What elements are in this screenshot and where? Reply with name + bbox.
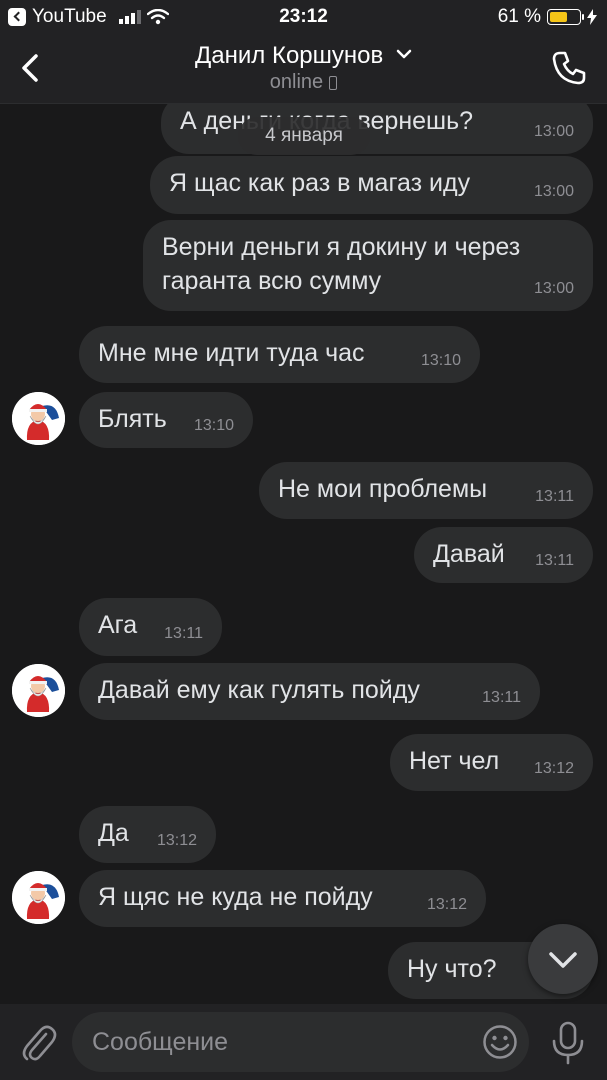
status-right: 61 % [498,6,597,28]
santa-avatar-icon [12,871,65,924]
call-button[interactable] [549,48,589,88]
message-time: 13:10 [193,417,234,434]
message-bubble-incoming[interactable]: Ага 13:11 [79,598,222,656]
message-text: Я щяс не куда не пойду [98,883,373,911]
message-time: 13:12 [426,896,467,913]
message-time: 13:00 [533,183,574,200]
contact-status: online [0,71,607,94]
message-time: 13:11 [535,552,574,569]
message-bubble-outgoing[interactable]: Не мои проблемы 13:11 [259,462,593,519]
date-separator: 4 января [238,117,370,155]
contact-avatar[interactable] [12,871,65,924]
battery-icon [547,9,584,25]
message-list[interactable]: А деньги когда вернешь? 13:00 4 января Я… [0,104,607,1004]
message-text: Давай ему как гулять пойду [98,676,420,704]
mobile-device-icon [329,76,338,90]
message-time: 13:12 [533,760,574,777]
message-composer [0,1004,607,1080]
battery-percent: 61 % [497,6,541,27]
chevron-down-icon[interactable] [396,38,412,66]
status-bar: YouTube 23:12 61 % [0,0,607,34]
chat-header: Данил Коршунов online [0,34,607,104]
message-text: Да [98,819,129,847]
message-time: 13:11 [535,488,574,505]
message-text: Блять [98,405,167,433]
message-bubble-outgoing[interactable]: Нет чел 13:12 [390,734,593,791]
message-text: Я щас как раз в магаз иду [169,169,471,197]
chat-screen: YouTube 23:12 61 % Данил Коршунов online… [0,0,607,1080]
message-time: 13:11 [164,625,203,642]
message-text: Мне мне идти туда час [98,339,365,367]
message-time: 13:11 [482,689,521,706]
message-text: Ну что? [407,955,497,983]
contact-name[interactable]: Данил Коршунов [195,42,383,69]
mic-icon[interactable] [548,1020,588,1066]
chat-title[interactable]: Данил Коршунов [0,38,607,70]
santa-avatar-icon [12,392,65,445]
message-text: Верни деньги я докину и через гаранта вс… [162,233,521,295]
message-time: 13:00 [533,123,574,140]
contact-avatar[interactable] [12,392,65,445]
message-text: Нет чел [409,747,500,775]
message-text: Не мои проблемы [278,475,488,503]
attach-button[interactable] [18,1020,58,1064]
charging-bolt-icon [587,9,597,25]
message-bubble-incoming[interactable]: Мне мне идти туда час 13:10 [79,326,480,383]
message-time: 13:10 [420,352,461,369]
voice-message-button[interactable] [548,1020,588,1066]
message-bubble-incoming[interactable]: Блять 13:10 [79,392,253,448]
scroll-down-button[interactable] [528,924,598,994]
message-text: Ага [98,611,138,639]
message-bubble-incoming[interactable]: Я щяс не куда не пойду 13:12 [79,870,486,927]
message-input[interactable] [72,1012,529,1072]
message-bubble-outgoing[interactable]: Давай 13:11 [414,527,593,583]
emoji-icon[interactable] [482,1024,518,1060]
scroll-down-icon[interactable] [547,946,579,972]
online-status: online [269,71,324,93]
emoji-button[interactable] [482,1024,518,1060]
message-time: 13:12 [156,832,197,849]
santa-avatar-icon [12,664,65,717]
message-text: Давай [433,540,505,568]
attach-icon[interactable] [18,1020,58,1064]
contact-avatar[interactable] [12,664,65,717]
message-bubble-incoming[interactable]: Давай ему как гулять пойду 13:11 [79,663,540,720]
message-bubble-outgoing[interactable]: Верни деньги я докину и через гаранта вс… [143,220,593,311]
message-bubble-outgoing[interactable]: Я щас как раз в магаз иду 13:00 [150,156,593,214]
message-time: 13:00 [533,280,574,297]
phone-icon[interactable] [549,48,589,88]
message-bubble-outgoing[interactable]: А деньги когда вернешь? 13:00 [161,104,593,154]
message-bubble-incoming[interactable]: Да 13:12 [79,806,216,863]
